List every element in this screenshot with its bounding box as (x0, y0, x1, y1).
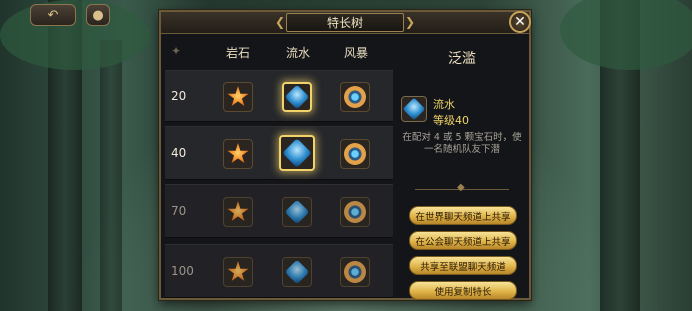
row-level: 100 (171, 264, 194, 278)
column-header-storm: 风暴 (343, 46, 368, 60)
detail-title: 泛滥 (448, 51, 476, 67)
star-gem-icon[interactable] (223, 82, 253, 112)
back-button[interactable]: ↶ (30, 4, 76, 26)
talent-corner-icon: ✦ (171, 44, 182, 58)
use-copy-talent-button[interactable]: 使用复制特长 (409, 281, 517, 300)
chat-button[interactable]: ● (86, 4, 110, 26)
star-gem-icon[interactable] (223, 139, 253, 169)
row-level: 40 (171, 146, 187, 160)
star-gem-icon[interactable] (223, 257, 253, 287)
close-button[interactable]: ✕ (509, 11, 531, 33)
title-bar: 特长树 ✕ (161, 11, 531, 34)
selected-talent-description: 在配对 4 或 5 颗宝石时，使一名随机队友下潜 (402, 132, 522, 155)
talent-grid: ✦ 岩石 流水 风暴 20 40 70 100 (165, 36, 393, 298)
chat-bubble-icon: ● (92, 7, 104, 23)
close-icon: ✕ (514, 14, 526, 30)
window-title: 特长树 (275, 13, 415, 32)
talent-detail: 泛滥 流水 等级40 在配对 4 或 5 颗宝石时，使一名随机队友下潜 在世界聊… (397, 36, 527, 300)
water-gem-icon[interactable] (279, 135, 315, 171)
storm-gem-icon[interactable] (340, 139, 370, 169)
selected-talent-level: 等级40 (433, 114, 469, 127)
storm-gem-icon[interactable] (340, 82, 370, 112)
back-arrow-icon: ↶ (47, 7, 59, 23)
talent-row-40: 40 (165, 126, 393, 180)
water-gem-icon[interactable] (282, 82, 312, 112)
share-guild-chat-button[interactable]: 在公会聊天频道上共享 (409, 231, 517, 250)
share-world-chat-button[interactable]: 在世界聊天频道上共享 (409, 206, 517, 225)
storm-gem-icon[interactable] (340, 197, 370, 227)
talent-row-100: 100 (165, 244, 393, 298)
talent-row-70: 70 (165, 184, 393, 238)
row-level: 70 (171, 204, 187, 218)
storm-gem-icon[interactable] (340, 257, 370, 287)
star-gem-icon[interactable] (223, 197, 253, 227)
column-header-water: 流水 (285, 46, 310, 60)
water-gem-icon[interactable] (282, 257, 312, 287)
section-divider (415, 182, 509, 193)
column-header-rock: 岩石 (225, 46, 250, 60)
talent-tree-window: 特长树 ✕ ✦ 岩石 流水 风暴 20 40 70 (159, 10, 531, 300)
water-gem-icon[interactable] (282, 197, 312, 227)
share-alliance-chat-button[interactable]: 共享至联盟聊天频道 (409, 256, 517, 275)
tree-trunk-left-2 (100, 40, 122, 311)
row-level: 20 (171, 89, 187, 103)
selected-talent-name: 流水 (433, 98, 455, 111)
selected-water-gem-icon (401, 96, 427, 122)
talent-row-20: 20 (165, 70, 393, 122)
